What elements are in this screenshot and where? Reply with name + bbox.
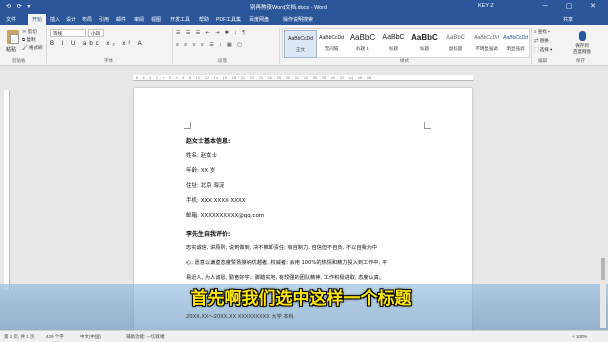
style-subtitle[interactable]: AaBbC 副标题 [439, 30, 472, 58]
replace-button[interactable]: ⇄ 替换 [534, 38, 549, 44]
status-word-count[interactable]: 429 个字 [46, 334, 64, 340]
share-button[interactable]: 共享 [563, 16, 573, 23]
save-to-baidu-label: 保存到 百度网盘 [573, 43, 591, 54]
tab-review[interactable]: 审阅 [134, 16, 144, 23]
tab-help[interactable]: 帮助 [199, 16, 209, 23]
style-intense-emphasis[interactable]: AaBbCcDd 明显强调 [499, 30, 532, 58]
style-sample: AaBbC [382, 34, 405, 41]
font-size-select[interactable]: 小四 [88, 29, 104, 37]
ribbon-tabs: 文件 开始 插入 设计 布局 引用 邮件 审阅 视图 开发工具 帮助 PDF工具… [0, 14, 608, 25]
margin-corner [184, 122, 191, 129]
ruler-ticks: · 8 · 6 · 4 · 2 · ▿ · 2 · 4 · 6 · 8 · 10… [133, 76, 375, 80]
font-name-select[interactable]: 等线 [50, 29, 86, 37]
tab-layout[interactable]: 布局 [82, 16, 92, 23]
status-accessibility[interactable]: 辅助功能: 一切就绪 [126, 334, 165, 340]
tab-baidu-netdisk[interactable]: 百度网盘 [249, 16, 269, 23]
style-heading-1[interactable]: AaBbC 标题 1 [346, 30, 379, 58]
style-name: 标题 [420, 46, 429, 51]
tell-me-search[interactable]: 操作说明搜索 [283, 16, 313, 23]
paragraph-align-buttons[interactable]: ≡ ≡ ≡ ≡ ☰ ↕ ▦ ▢ [176, 42, 244, 48]
document-title: 别再熬夜Word文档.docx - Word [250, 5, 328, 11]
status-language[interactable]: 中文(中国) [80, 334, 101, 340]
style-sample: AaBbCcDd [288, 36, 313, 42]
paste-button[interactable]: 粘贴 [4, 28, 22, 53]
heading-zhao-info[interactable]: 赵女士基本信息: [186, 136, 230, 145]
eval-line-3[interactable]: 易近人, 为人诚恳, 勤奋好学、脚踏实地, 有较强的团队精神, 工作积极进取, … [186, 274, 384, 281]
style-title[interactable]: AaBbC 标题 [408, 30, 441, 58]
tab-pdf-tools[interactable]: PDF工具集 [216, 16, 241, 23]
field-phone[interactable]: 手机: XXX XXXX XXXX [186, 196, 246, 204]
group-save-label: 保存 [576, 58, 585, 63]
group-clipboard-label: 剪贴板 [12, 58, 26, 63]
find-button[interactable]: ⌕ 查找 ▾ [534, 29, 550, 35]
select-button[interactable]: ⬚ 选择 ▾ [534, 47, 552, 53]
group-font-label: 字体 [104, 58, 113, 63]
style-name: 标题 [389, 46, 398, 51]
education-line: 20XX.XX～20XX.XX XXXXXXXXX 大学 本科 [186, 314, 294, 320]
style-name: 标题 1 [356, 46, 369, 51]
tab-file[interactable]: 文件 [6, 16, 16, 23]
style-name: 无间隔 [324, 46, 339, 51]
vertical-ruler[interactable] [4, 90, 10, 290]
save-to-baidu-button[interactable]: 保存到 百度网盘 [562, 31, 602, 55]
paper-icon [10, 34, 19, 44]
style-name: 副标题 [448, 46, 463, 51]
tab-references[interactable]: 引用 [99, 16, 109, 23]
style-sample: AaBbCcDd [503, 35, 528, 41]
styles-gallery: AaBbCcDd 正文 AaBbCcDd 无间隔 AaBbC 标题 1 AaBb… [282, 28, 530, 58]
group-editing-label: 编辑 [538, 58, 547, 63]
style-heading-2[interactable]: AaBbC 标题 [377, 30, 410, 58]
copy-button[interactable]: ⧉ 复制 [22, 37, 35, 43]
style-no-spacing[interactable]: AaBbCcDd 无间隔 [315, 30, 348, 58]
style-name: 正文 [296, 47, 305, 52]
tab-design[interactable]: 设计 [66, 16, 76, 23]
style-sample: AaBbC [349, 33, 376, 42]
divider [279, 28, 280, 64]
style-sample: AaBbCcDd [319, 35, 344, 41]
window-controls[interactable]: ─ ▢ ✕ [543, 2, 604, 10]
heading-li-self-eval[interactable]: 李先生自我评价: [186, 229, 230, 238]
tab-developer[interactable]: 开发工具 [170, 16, 190, 23]
video-subtitle: 首先啊我们选中这样一个标题 [190, 289, 412, 309]
word-window: ⟲ ⟳ ▾ 别再熬夜Word文档.docx - Word KEY Z ─ ▢ ✕… [0, 0, 608, 342]
font-format-buttons[interactable]: B I U abc x₂ x² A [50, 41, 145, 47]
divider [46, 28, 47, 64]
field-email[interactable]: 邮箱: XXXXXXXXXX@qq.com [186, 211, 264, 219]
format-painter-button[interactable]: 🖌 格式刷 [22, 45, 42, 51]
field-age[interactable]: 年龄: XX 岁 [186, 166, 215, 174]
paragraph-list-buttons[interactable]: ☰ ☰ ☰ ⇤ ⇥ ✱ ↕ ¶ [176, 30, 247, 36]
paste-label: 粘贴 [6, 47, 17, 53]
status-bar: 第 1 页, 共 1 页 429 个字 中文(中国) 辅助功能: 一切就绪 + … [0, 330, 608, 342]
style-name: 明显强调 [506, 46, 525, 51]
field-address[interactable]: 住址: 北京 海淀 [186, 181, 224, 189]
tab-home[interactable]: 开始 [28, 14, 47, 25]
tab-view[interactable]: 视图 [151, 16, 161, 23]
divider [172, 28, 173, 64]
ribbon-home: 粘贴 ✂ 剪切 ⧉ 复制 🖌 格式刷 剪贴板 等线 小四 B I U abc x… [0, 25, 608, 66]
style-sample: AaBbC [411, 33, 438, 42]
margin-corner [424, 122, 431, 129]
style-sample: AaBbC [445, 35, 465, 41]
title-bar: ⟲ ⟳ ▾ 别再熬夜Word文档.docx - Word KEY Z ─ ▢ ✕ [0, 0, 608, 14]
group-paragraph-label: 段落 [218, 58, 227, 63]
quick-access-toolbar[interactable]: ⟲ ⟳ ▾ [6, 3, 32, 10]
field-name[interactable]: 姓名: 赵女士 [186, 151, 217, 159]
account-name[interactable]: KEY Z [478, 3, 494, 9]
tab-mailings[interactable]: 邮件 [116, 16, 126, 23]
zoom-level[interactable]: + 100% [572, 334, 587, 339]
vertical-scrollbar[interactable] [600, 88, 606, 328]
eval-line-1[interactable]: 忠实诚信, 讲原则, 说到做到, 决不推卸责任; 有自制力, 自信但不自负, 不… [186, 244, 377, 251]
group-styles-label: 样式 [400, 58, 409, 63]
divider [531, 28, 532, 64]
scrollbar-thumb[interactable] [601, 258, 605, 280]
style-normal[interactable]: AaBbCcDd 正文 [284, 30, 317, 58]
cloud-save-icon [578, 31, 586, 41]
cut-button[interactable]: ✂ 剪切 [22, 29, 37, 35]
tab-insert[interactable]: 插入 [50, 16, 60, 23]
status-page[interactable]: 第 1 页, 共 1 页 [4, 334, 35, 340]
eval-line-2[interactable]: 心; 愿意以谦虚态度赞扬接纳优越者, 权威者; 会用 100%的热情和精力投入到… [186, 259, 387, 266]
